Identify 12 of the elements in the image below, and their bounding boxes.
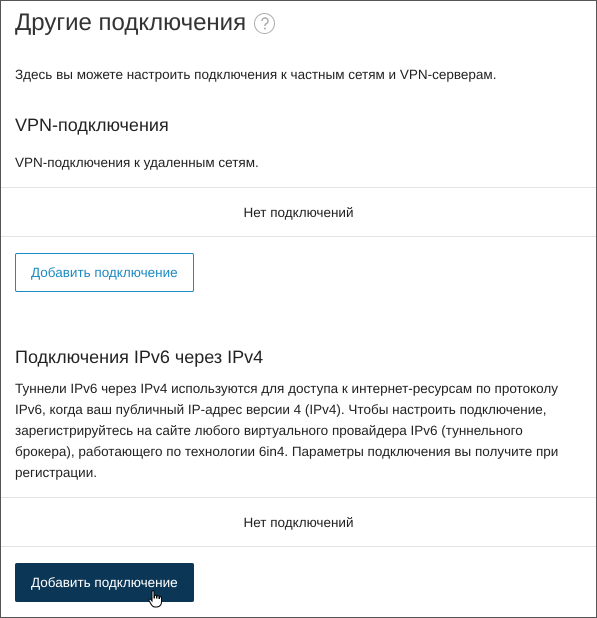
- section-heading: VPN-подключения: [14, 115, 170, 136]
- add-connection-button[interactable]: Добавить подключение: [15, 253, 194, 292]
- section-description: Туннели IPv6 через IPv4 используются для доступа к интернет-ресурсам по протоколу IPv6, когда ваш публичный IP-адрес версии 4 (IPv4). Чтобы настроить подключение, зарегистрируйтесь на сайте любого виртуального провайдера IPv6 (туннельного брокера), работающего по технологии 6in4. Параметры подключения вы получите при регистрации.: [14, 380, 560, 482]
- page-title: Другие подключения: [15, 9, 246, 37]
- section-heading: Подключения IPv6 через IPv4: [14, 347, 264, 368]
- hand-cursor-icon: [148, 590, 164, 608]
- empty-message: Нет подключений: [244, 204, 354, 220]
- add-connection-button[interactable]: Добавить подключение: [15, 563, 194, 602]
- empty-message: Нет подключений: [244, 514, 354, 530]
- section-description: VPN-подключения к удаленным сетям.: [14, 154, 260, 172]
- page-description: Здесь вы можете настроить подключения к частным сетям и VPN-серверам.: [14, 66, 498, 84]
- help-icon[interactable]: [254, 12, 276, 34]
